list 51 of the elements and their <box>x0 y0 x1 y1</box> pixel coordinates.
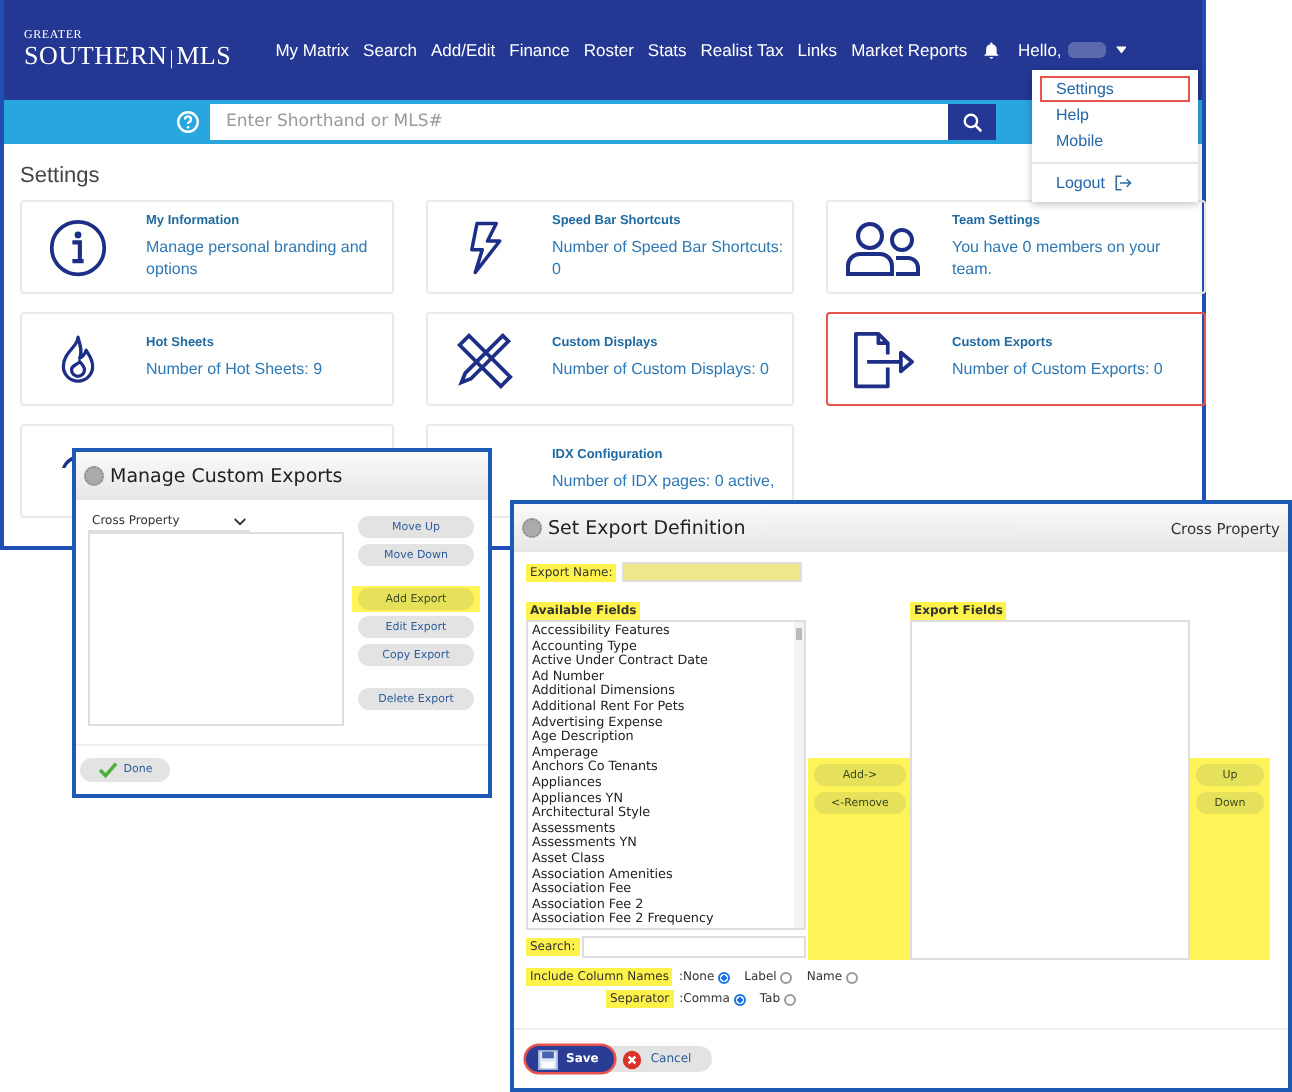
radio-button[interactable] <box>846 971 859 983</box>
available-fields-list[interactable] <box>526 620 806 930</box>
file-export-icon <box>850 329 918 389</box>
pencil-ruler-icon <box>454 329 514 389</box>
people-icon <box>844 217 924 277</box>
radio-button[interactable] <box>784 993 797 1005</box>
dialog-title: Set Export Definition <box>548 517 746 539</box>
nav-link[interactable]: Finance <box>509 40 570 60</box>
search-button[interactable] <box>948 104 996 140</box>
menu-item[interactable]: Settings <box>1040 76 1190 102</box>
card-description: Number of Custom Displays: 0 <box>552 358 771 382</box>
help-icon[interactable] <box>176 110 200 134</box>
radio-button[interactable] <box>718 971 731 983</box>
nav-link[interactable]: My Matrix <box>275 40 350 60</box>
card-description: You have 0 members on your team. <box>952 235 1163 281</box>
window-icon <box>84 466 104 486</box>
search-icon <box>961 111 983 133</box>
dialog-title: Manage Custom Exports <box>110 465 343 487</box>
card-description: Number of Custom Exports: 0 <box>952 358 1165 382</box>
checkmark-icon <box>97 762 118 778</box>
notification-bell-icon[interactable] <box>981 38 1001 62</box>
radio-button[interactable] <box>780 971 793 983</box>
scrollbar[interactable] <box>794 622 804 928</box>
redacted-name <box>1067 42 1106 58</box>
menu-item[interactable]: Logout <box>1040 170 1190 196</box>
menu-item[interactable]: Mobile <box>1040 128 1190 154</box>
field-search-input[interactable] <box>581 936 806 958</box>
chevron-icon <box>234 517 246 525</box>
nav-link[interactable]: Add/Edit <box>430 40 496 60</box>
nav-link[interactable]: Search <box>363 40 417 60</box>
card-description: Number of Hot Sheets: 9 <box>146 358 325 382</box>
export-name-field[interactable] <box>622 562 803 582</box>
nav-link[interactable]: Roster <box>583 40 634 60</box>
card-description: Number of IDX pages: 0 active, <box>552 470 777 494</box>
radio-button[interactable] <box>733 993 746 1005</box>
info-icon <box>48 217 108 277</box>
menu-item[interactable]: Help <box>1040 102 1190 128</box>
user-greeting[interactable]: Hello, <box>1018 40 1062 60</box>
nav-link[interactable]: Links <box>797 40 838 60</box>
card-description: Manage personal branding and options <box>146 235 370 281</box>
close-icon <box>622 1049 643 1069</box>
caret-icon[interactable] <box>1115 46 1126 54</box>
card-description: Number of Speed Bar Shortcuts: 0 <box>552 235 784 281</box>
nav-link[interactable]: Market Reports <box>851 40 968 60</box>
logout-icon <box>1114 174 1133 192</box>
nav-link[interactable]: Realist Tax <box>700 40 784 60</box>
page-title: Settings <box>18 162 102 192</box>
window-icon <box>522 518 542 538</box>
export-fields-list[interactable] <box>910 620 1190 960</box>
nav-link[interactable]: Stats <box>647 40 687 60</box>
search-field[interactable]: Enter Shorthand or MLS# <box>210 104 948 140</box>
